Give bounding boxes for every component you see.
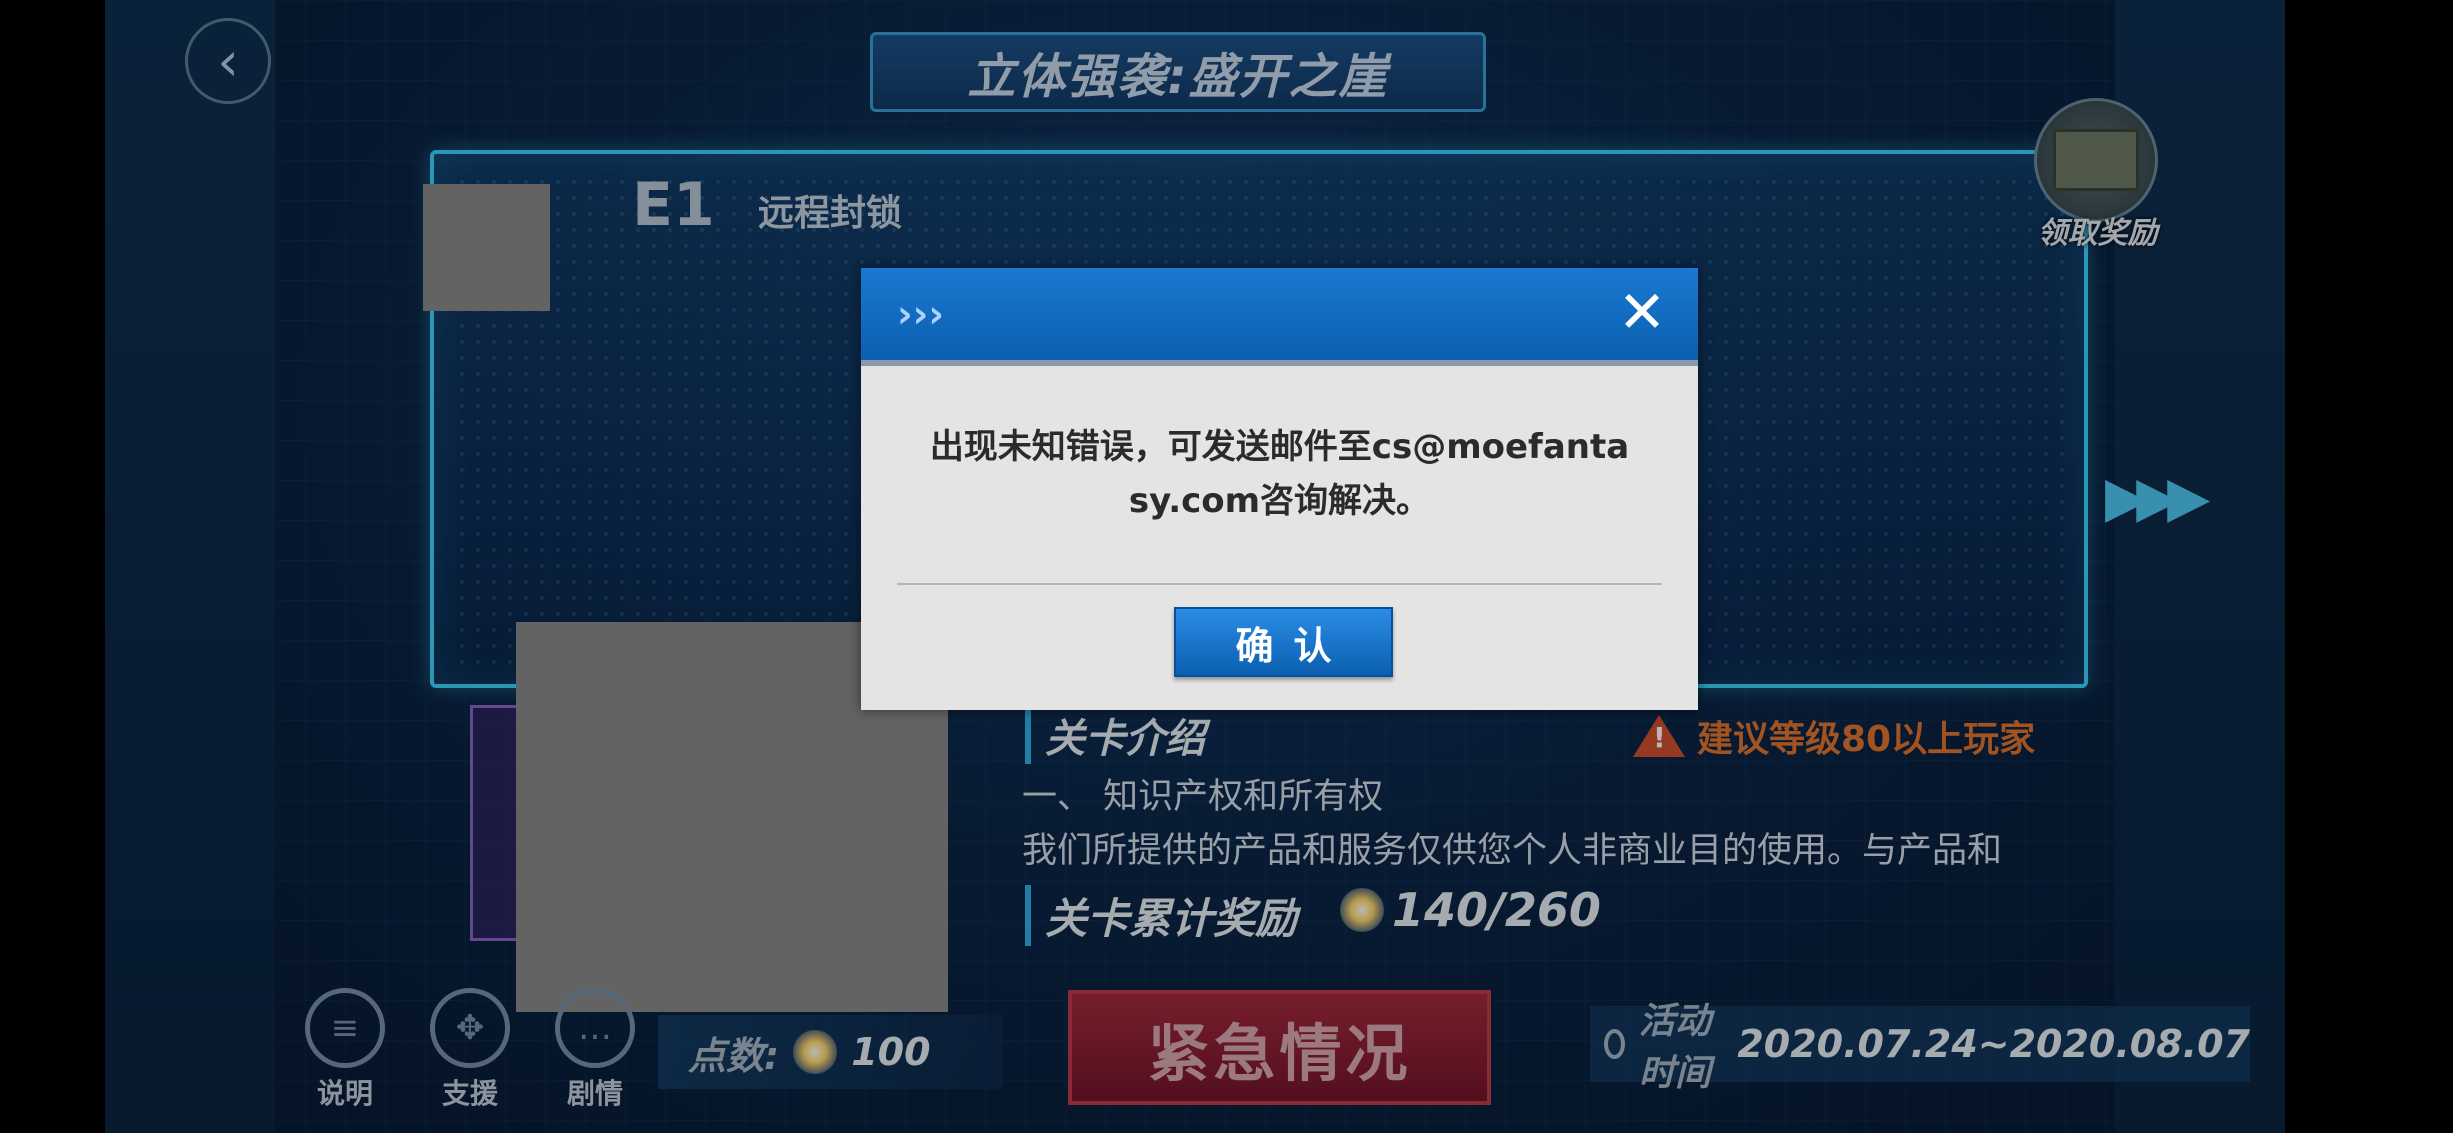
chevrons-right-icon: ›››: [897, 292, 944, 336]
dialog-divider: [897, 583, 1662, 585]
dialog-header: ››› ✕: [861, 268, 1698, 366]
close-icon[interactable]: ✕: [1612, 282, 1672, 342]
confirm-button[interactable]: 确认: [1174, 607, 1393, 677]
error-message: 出现未知错误，可发送邮件至cs@moefantasy.com咨询解决。: [929, 427, 1630, 521]
error-dialog: ››› ✕ 出现未知错误，可发送邮件至cs@moefantasy.com咨询解决…: [861, 268, 1698, 710]
